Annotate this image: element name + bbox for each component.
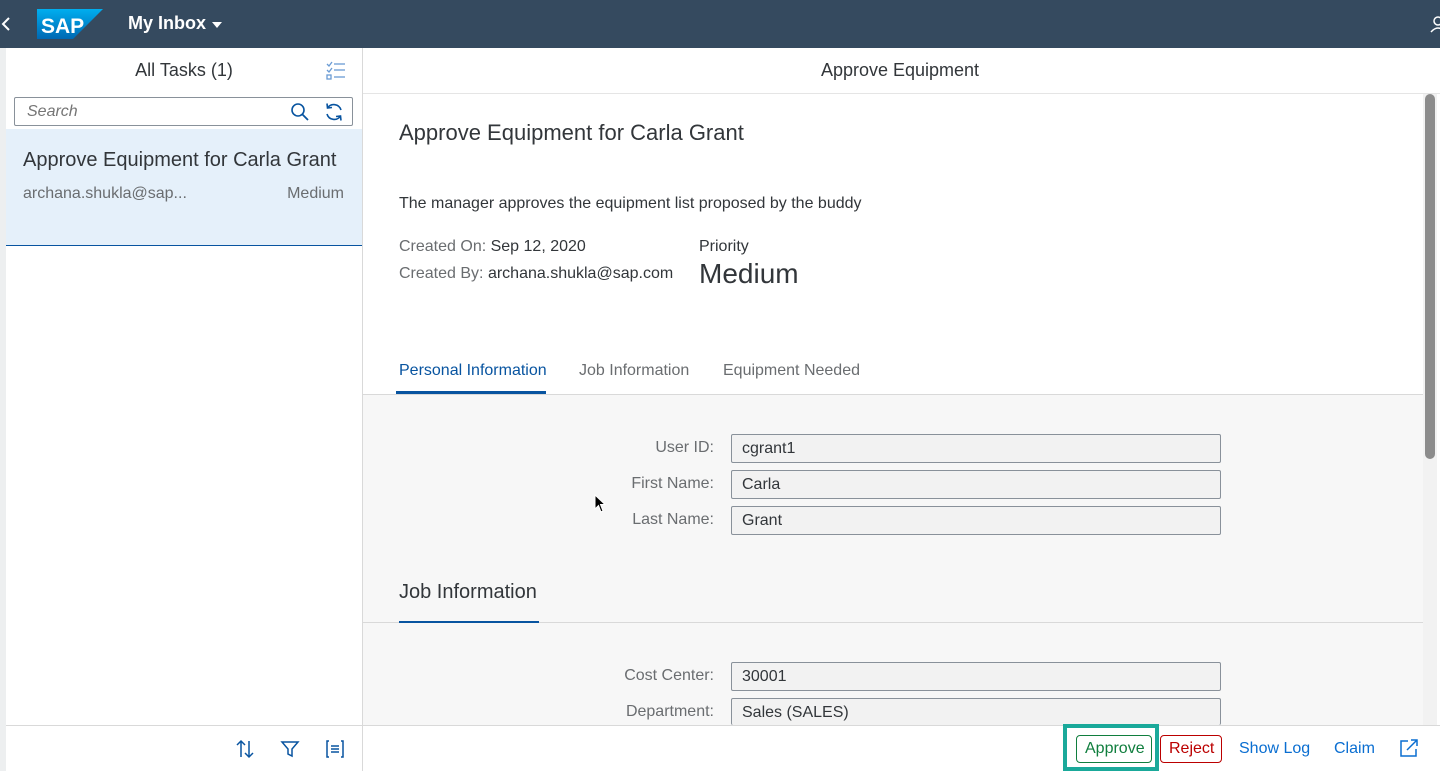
department-label: Department: <box>625 703 714 720</box>
object-title: Approve Equipment for Carla Grant <box>399 120 744 145</box>
job-information-section-title: Job Information <box>399 581 537 603</box>
task-created-by: archana.shukla@sap... <box>23 185 187 202</box>
last-name-label: Last Name: <box>632 511 714 528</box>
scrollbar[interactable] <box>1423 94 1437 725</box>
detail-header-title: Approve Equipment <box>820 60 980 80</box>
detail-pane: Approve Equipment Approve Equipment for … <box>363 48 1440 771</box>
task-title: Approve Equipment for Carla Grant <box>23 149 337 171</box>
cost-center-label: Cost Center: <box>624 667 714 684</box>
sort-icon[interactable] <box>234 738 256 760</box>
tab-content: User ID: cgrant1 First Name: Carla Last … <box>363 395 1423 725</box>
task-priority: Medium <box>287 185 344 202</box>
first-name-field[interactable]: Carla <box>731 470 1221 499</box>
refresh-icon[interactable] <box>324 102 344 122</box>
created-on-value: Sep 12, 2020 <box>490 238 586 255</box>
sap-logo-text: SAP <box>41 15 84 38</box>
first-name-label: First Name: <box>631 475 714 492</box>
tab-equipment-needed[interactable]: Equipment Needed <box>723 362 860 380</box>
show-log-button[interactable]: Show Log <box>1231 735 1318 763</box>
reject-button[interactable]: Reject <box>1160 735 1222 763</box>
group-icon[interactable] <box>324 738 346 760</box>
tab-job-information[interactable]: Job Information <box>579 362 689 380</box>
search-icon[interactable] <box>290 102 310 122</box>
detail-header: Approve Equipment <box>363 48 1440 94</box>
share-icon[interactable] <box>1399 738 1419 758</box>
back-icon[interactable] <box>0 12 12 36</box>
tab-personal-information[interactable]: Personal Information <box>399 362 547 380</box>
sap-logo[interactable]: SAP <box>37 9 103 39</box>
approve-button[interactable]: Approve <box>1076 735 1152 763</box>
detail-footer-toolbar: Approve Reject Show Log Claim <box>363 724 1440 771</box>
section-title-underline <box>399 621 539 623</box>
created-on-attribute: Created On: Sep 12, 2020 <box>399 238 586 256</box>
master-header: All Tasks (1) <box>6 48 362 93</box>
search-input[interactable] <box>27 103 277 121</box>
claim-button[interactable]: Claim <box>1326 735 1383 763</box>
shell-bar: SAP My Inbox <box>0 0 1440 48</box>
created-by-attribute: Created By: archana.shukla@sap.com <box>399 265 673 283</box>
task-list-item[interactable]: Approve Equipment for Carla Grant archan… <box>6 129 362 246</box>
multi-select-icon[interactable] <box>326 61 346 81</box>
created-on-label: Created On: <box>399 238 487 255</box>
user-icon[interactable] <box>1428 12 1440 36</box>
master-title: All Tasks (1) <box>135 60 233 80</box>
filter-icon[interactable] <box>279 738 301 760</box>
user-id-field[interactable]: cgrant1 <box>731 434 1221 463</box>
created-by-label: Created By: <box>399 265 484 282</box>
caret-down-icon <box>212 21 223 28</box>
department-field[interactable]: Sales (SALES) <box>731 698 1221 725</box>
user-id-label: User ID: <box>655 439 714 456</box>
master-pane: All Tasks (1) Approve Equipment for Carl… <box>6 48 363 771</box>
active-tab-indicator <box>396 391 546 394</box>
cost-center-field[interactable]: 30001 <box>731 662 1221 691</box>
tab-bar: Personal Information Job Information Equ… <box>363 348 1423 395</box>
scrollbar-thumb[interactable] <box>1425 94 1435 459</box>
task-description: The manager approves the equipment list … <box>399 195 862 212</box>
app-title: My Inbox <box>128 13 207 33</box>
priority-label: Priority <box>699 238 749 255</box>
priority-value: Medium <box>699 258 799 289</box>
created-by-value: archana.shukla@sap.com <box>487 265 674 282</box>
app-title-menu[interactable]: My Inbox <box>128 13 223 34</box>
last-name-field[interactable]: Grant <box>731 506 1221 535</box>
master-footer <box>6 725 362 771</box>
search-field <box>14 97 353 126</box>
mouse-cursor-icon <box>594 494 606 513</box>
